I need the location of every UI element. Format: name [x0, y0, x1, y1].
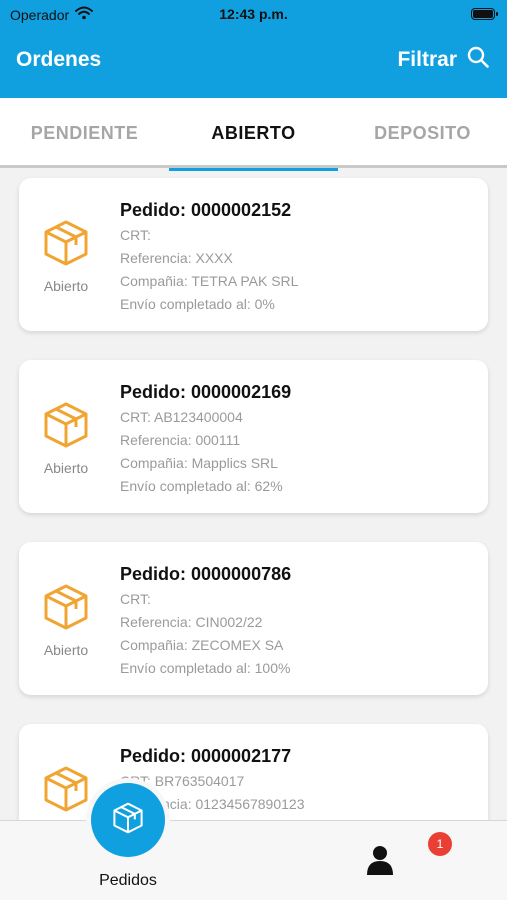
- page-title: Ordenes: [16, 48, 102, 71]
- order-crt: CRT:: [120, 591, 151, 607]
- order-envio: Envío completado al: 100%: [120, 660, 291, 676]
- filter-button[interactable]: Filtrar: [397, 46, 489, 74]
- tab-deposito[interactable]: DEPOSITO: [338, 98, 507, 168]
- order-title: Pedido: 0000000786: [120, 564, 292, 584]
- box-icon: [111, 801, 145, 840]
- filter-label: Filtrar: [397, 48, 457, 71]
- order-status: Abierto: [43, 278, 89, 294]
- user-icon: [366, 846, 394, 879]
- order-status: Abierto: [43, 460, 89, 476]
- pedidos-nav-button[interactable]: [91, 783, 165, 857]
- order-referencia: Referencia: CIN002/22: [120, 614, 263, 630]
- pedidos-nav-label[interactable]: Pedidos: [77, 872, 179, 890]
- order-title: Pedido: 0000002169: [120, 382, 292, 402]
- orders-list[interactable]: Abierto Pedido: 0000002152 CRT: Referenc…: [0, 168, 507, 820]
- order-crt: CRT: AB123400004: [120, 409, 243, 425]
- notification-badge: 1: [428, 832, 452, 856]
- order-envio: Envío completado al: 62%: [120, 478, 283, 494]
- tab-abierto[interactable]: ABIERTO: [169, 98, 338, 171]
- order-title: Pedido: 0000002177: [120, 746, 292, 766]
- order-compania: Compañia: Mapplics SRL: [120, 455, 278, 471]
- profile-nav-button[interactable]: [366, 845, 394, 880]
- search-icon: [467, 46, 489, 74]
- order-referencia: Referencia: XXXX: [120, 250, 233, 266]
- order-card[interactable]: Abierto Pedido: 0000002169 CRT: AB123400…: [19, 360, 488, 513]
- order-card[interactable]: Abierto Pedido: 0000002152 CRT: Referenc…: [19, 178, 488, 331]
- order-referencia: Referencia: 000111: [120, 432, 241, 448]
- tab-pendiente[interactable]: PENDIENTE: [0, 98, 169, 168]
- order-envio: Envío completado al: 0%: [120, 296, 275, 312]
- order-title: Pedido: 0000002152: [120, 200, 292, 220]
- clock: 12:43 p.m.: [219, 6, 288, 22]
- status-bar: Operador 12:43 p.m.: [0, 0, 507, 28]
- order-crt: CRT:: [120, 227, 151, 243]
- battery-icon: [471, 8, 498, 20]
- order-status: Abierto: [43, 642, 89, 658]
- order-card[interactable]: Abierto Pedido: 0000000786 CRT: Referenc…: [19, 542, 488, 695]
- order-compania: Compañia: ZECOMEX SA: [120, 637, 284, 653]
- app-header: Ordenes Filtrar: [0, 28, 507, 98]
- order-compania: Compañia: TETRA PAK SRL: [120, 273, 299, 289]
- tab-bar: PENDIENTE ABIERTO DEPOSITO: [0, 98, 507, 171]
